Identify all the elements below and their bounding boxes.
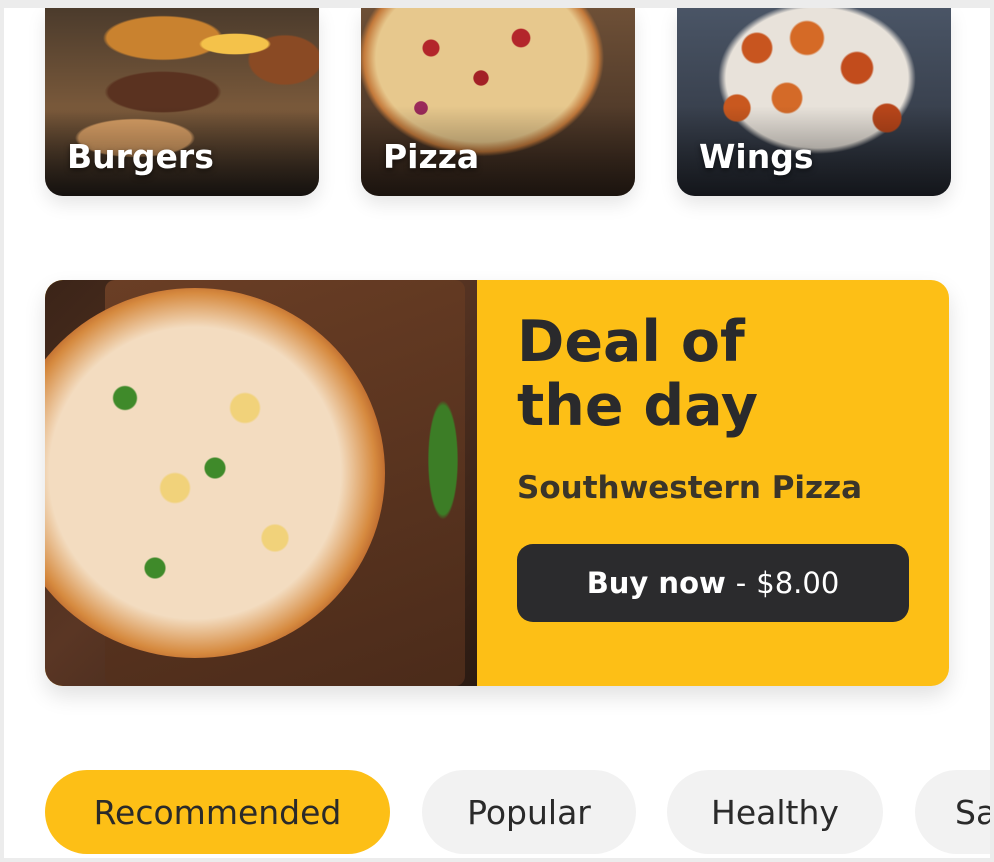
filter-pill-popular[interactable]: Popular (422, 770, 636, 854)
deal-content: Deal of the day Southwestern Pizza Buy n… (517, 280, 949, 686)
buy-now-button[interactable]: Buy now - $8.00 (517, 544, 909, 622)
buy-now-label: Buy now (586, 566, 726, 600)
deal-pizza-image (45, 280, 477, 686)
category-label-pizza: Pizza (383, 137, 480, 176)
deal-product-name: Southwestern Pizza (517, 470, 863, 506)
filter-pill-healthy[interactable]: Healthy (667, 770, 883, 854)
filter-pill-recommended[interactable]: Recommended (45, 770, 390, 854)
deal-title-line-2: the day (517, 373, 758, 439)
category-card-burgers[interactable]: Burgers (45, 8, 319, 196)
buy-separator: - (735, 566, 747, 600)
deal-of-the-day-banner[interactable]: Deal of the day Southwestern Pizza Buy n… (45, 280, 949, 686)
deal-title: Deal of the day (517, 310, 877, 438)
filter-label-recommended: Recommended (93, 792, 342, 832)
deal-title-line-1: Deal of (517, 309, 745, 375)
filter-pill-partial[interactable]: Sa (915, 770, 990, 854)
filter-label-partial: Sa (955, 792, 990, 832)
category-card-pizza[interactable]: Pizza (361, 8, 635, 196)
app-screen: Burgers Pizza Wings Deal of the day Sout… (4, 8, 990, 858)
category-card-wings[interactable]: Wings (677, 8, 951, 196)
filter-label-popular: Popular (467, 792, 591, 832)
deal-price: $8.00 (756, 566, 840, 600)
category-label-burgers: Burgers (67, 137, 214, 176)
filter-label-healthy: Healthy (711, 792, 839, 832)
category-label-wings: Wings (699, 137, 814, 176)
herb-garnish (425, 390, 461, 530)
